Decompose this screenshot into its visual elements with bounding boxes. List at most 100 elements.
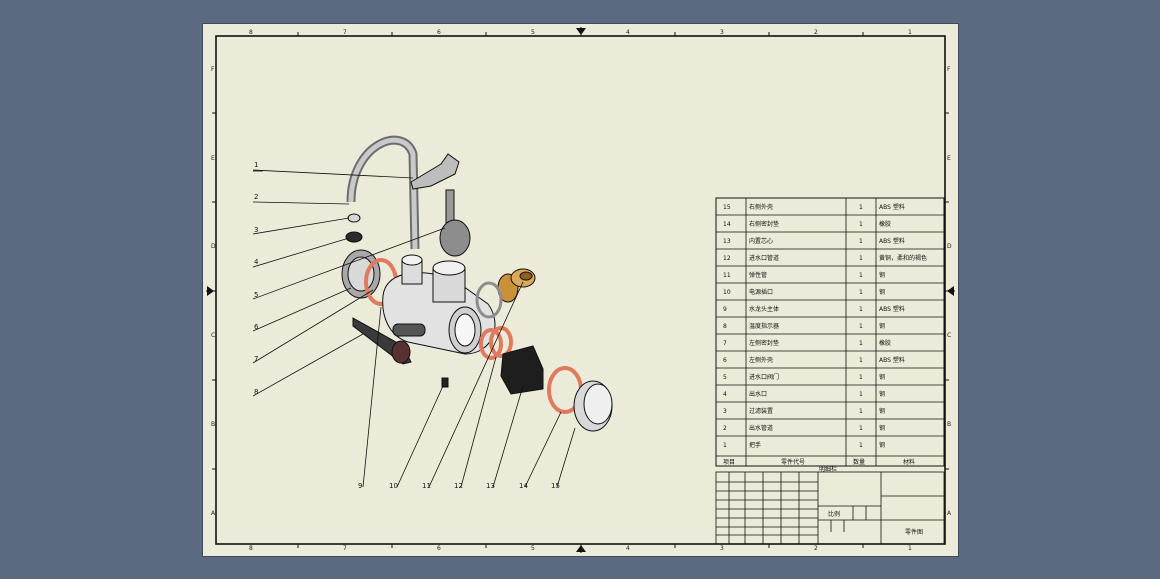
- balloon-label: 6: [254, 323, 259, 331]
- bom-qty: 1: [859, 408, 863, 415]
- inner-core: [500, 345, 544, 395]
- bom-material: ABS 塑料: [879, 203, 905, 211]
- bom-part-name: 水龙头主体: [749, 305, 779, 313]
- power-socket: [441, 377, 449, 388]
- exploded-view: [341, 135, 613, 432]
- drawing-sheet: 8 7 6 5 4 3 2 1 8 7 6 5 4 3 2 1 F E D C …: [202, 23, 959, 557]
- zone-row-label: D: [947, 243, 952, 250]
- zone-col-label: 7: [343, 545, 347, 552]
- balloon-label: 13: [486, 482, 495, 490]
- bom-item-no: 11: [723, 272, 731, 279]
- zone-col-label: 1: [908, 545, 912, 552]
- bom-material: 钢: [879, 373, 885, 381]
- bom-part-name: 出水管道: [749, 424, 773, 432]
- zone-row-label: D: [211, 243, 216, 250]
- balloon-label: 11: [422, 482, 431, 490]
- bom-material: ABS 塑料: [879, 305, 905, 313]
- bom-part-name: 左侧密封垫: [749, 339, 779, 347]
- bom-qty: 1: [859, 306, 863, 313]
- bom-material: 钢: [879, 407, 885, 415]
- zone-col-label: 5: [531, 29, 535, 36]
- bom-header-qty: 数量: [853, 458, 865, 466]
- outlet-washer: [345, 231, 363, 243]
- zone-col-label: 4: [626, 29, 630, 36]
- zone-row-label: B: [211, 421, 215, 428]
- bom-part-name: 内置芯心: [749, 237, 773, 245]
- bom-item-no: 13: [723, 238, 731, 245]
- bom-part-name: 温度指示器: [749, 322, 779, 330]
- bom-material: ABS 塑料: [879, 356, 905, 364]
- zone-col-label: 3: [720, 29, 724, 36]
- zone-col-label: 5: [531, 545, 535, 552]
- balloon-label: 1: [254, 161, 258, 169]
- zone-col-label: 4: [626, 545, 630, 552]
- bom-item-no: 2: [723, 425, 727, 432]
- bom-item-no: 10: [723, 289, 731, 296]
- zone-row-label: E: [211, 155, 215, 162]
- zone-col-label: 6: [437, 29, 441, 36]
- zone-row-label: E: [947, 155, 951, 162]
- bom-qty: 1: [859, 221, 863, 228]
- balloon-label: 9: [358, 482, 362, 490]
- zone-col-label: 7: [343, 29, 347, 36]
- stem-disc: [439, 219, 471, 257]
- zone-col-label: 2: [814, 29, 818, 36]
- bom-header-mat: 材料: [903, 458, 915, 466]
- bom-material: 钢: [879, 322, 885, 330]
- bom-item-no: 7: [723, 340, 727, 347]
- bom-material: 钢: [879, 424, 885, 432]
- bom-part-name: 过滤装置: [749, 407, 773, 415]
- balloon-label: 4: [254, 258, 259, 266]
- bom-qty: 1: [859, 374, 863, 381]
- bom-material: 钢: [879, 390, 885, 398]
- zone-col-label: 2: [814, 545, 818, 552]
- balloon-label: 7: [254, 355, 258, 363]
- bom-qty: 1: [859, 340, 863, 347]
- balloon-label: 15: [551, 482, 560, 490]
- zone-row-label: F: [947, 66, 951, 73]
- zone-row-label: A: [947, 510, 952, 517]
- filter-washer: [347, 213, 361, 223]
- bom-qty: 1: [859, 289, 863, 296]
- bom-part-name: 弹性管: [749, 271, 767, 279]
- bom-part-name: 把手: [749, 441, 761, 449]
- bom-qty: 1: [859, 357, 863, 364]
- bom-part-name: 进水口管道: [749, 254, 779, 262]
- zone-row-label: F: [211, 66, 215, 73]
- bom-qty: 1: [859, 238, 863, 245]
- bom-part-name: 右侧密封垫: [749, 220, 779, 228]
- balloon-label: 8: [254, 388, 258, 396]
- balloon-label: 14: [519, 482, 528, 490]
- bom-material: 黄铜，柔和的褐色: [879, 254, 927, 262]
- zone-col-label: 3: [720, 545, 724, 552]
- bom-qty: 1: [859, 204, 863, 211]
- spout-pipe: [346, 135, 420, 250]
- bom-qty: 1: [859, 272, 863, 279]
- bom-part-name: 电源插口: [749, 288, 773, 296]
- balloon-label: 2: [254, 193, 258, 201]
- balloon-label: 3: [254, 226, 258, 234]
- bom-qty: 1: [859, 442, 863, 449]
- bom-material: 钢: [879, 271, 885, 279]
- bom-item-no: 3: [723, 408, 727, 415]
- balloon-label: 5: [254, 291, 258, 299]
- bom-material: 钢: [879, 441, 885, 449]
- bom-header-name: 零件代号: [781, 458, 805, 466]
- bom-item-no: 14: [723, 221, 731, 228]
- scale-label: 比例: [828, 510, 840, 518]
- zone-row-label: B: [947, 421, 951, 428]
- zone-row-label: C: [947, 332, 951, 339]
- bom-part-name: 进水口阀门: [749, 373, 779, 381]
- bom-item-no: 12: [723, 255, 731, 262]
- zone-col-label: 6: [437, 545, 441, 552]
- bom-material: 钢: [879, 288, 885, 296]
- bom-item-no: 9: [723, 306, 727, 313]
- bom-item-no: 4: [723, 391, 727, 398]
- bom-item-no: 1: [723, 442, 727, 449]
- bom-item-no: 6: [723, 357, 727, 364]
- bom-material: ABS 塑料: [879, 237, 905, 245]
- bom-qty: 1: [859, 255, 863, 262]
- bom-item-no: 8: [723, 323, 727, 330]
- bom-material: 橡胶: [879, 339, 891, 347]
- bom-item-no: 5: [723, 374, 727, 381]
